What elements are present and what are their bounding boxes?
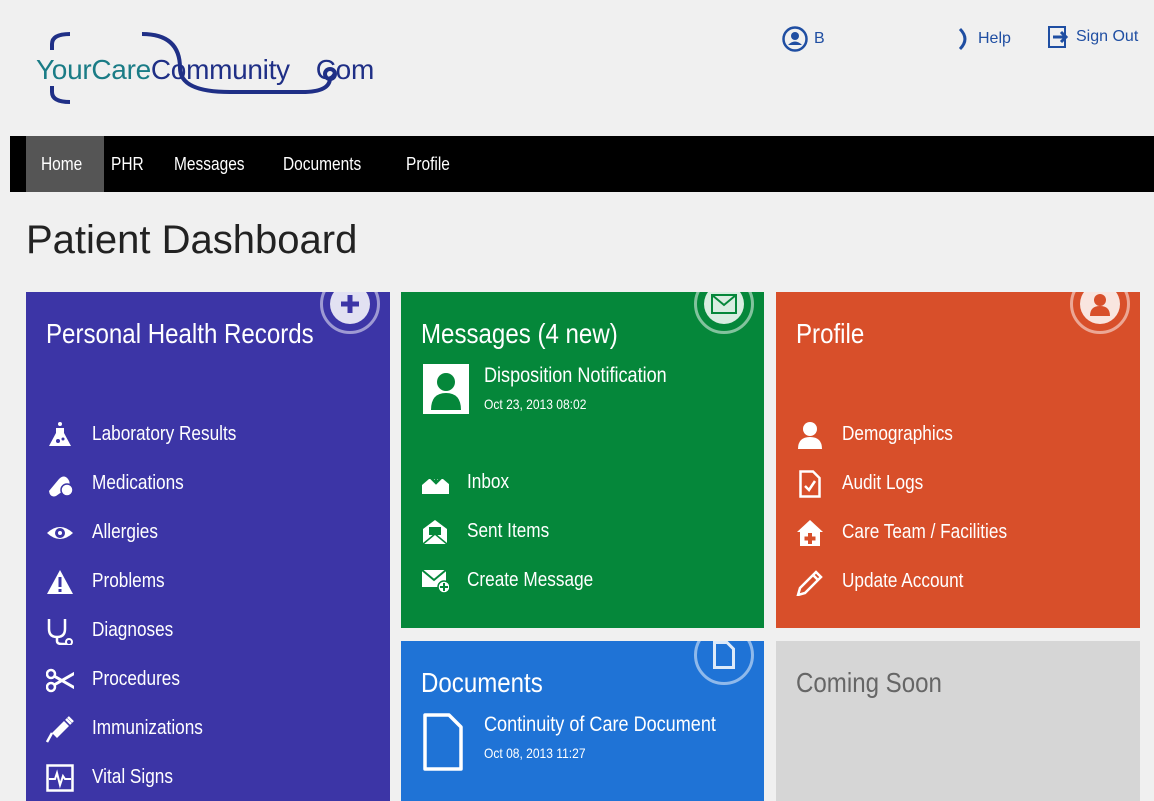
create-message-icon <box>421 567 449 595</box>
main-nav: Home PHR Messages Documents Profile <box>10 136 1154 192</box>
phr-item-immunizations[interactable]: Immunizations <box>46 704 260 753</box>
messages-list: Inbox Sent Items Create Message <box>421 458 614 605</box>
header: YourCareCommunity Com B Help Sign Out <box>0 0 1154 136</box>
documents-tile[interactable]: Documents Continuity of Care Document Oc… <box>401 641 764 801</box>
messages-item-sent-items[interactable]: Sent Items <box>421 507 614 556</box>
profile-item-audit-logs[interactable]: Audit Logs <box>796 459 1034 508</box>
nav-home[interactable]: Home <box>26 136 104 192</box>
profile-item-demographics[interactable]: Demographics <box>796 410 1034 459</box>
phr-item-laboratory-results[interactable]: Laboratory Results <box>46 410 260 459</box>
user-label: B <box>814 30 825 47</box>
sent-icon <box>421 518 449 546</box>
audit-icon <box>796 469 824 498</box>
person-icon <box>796 421 824 449</box>
hospital-icon <box>796 519 824 547</box>
sign-out-label: Sign Out <box>1076 28 1139 45</box>
nav-messages[interactable]: Messages <box>174 136 256 192</box>
documents-title: Documents <box>421 667 543 698</box>
latest-message-date: Oct 23, 2013 08:02 <box>484 396 587 412</box>
page-title: Patient Dashboard <box>26 218 358 262</box>
profile-item-update-account[interactable]: Update Account <box>796 557 1034 606</box>
flask-icon <box>46 421 74 449</box>
nav-phr[interactable]: PHR <box>111 136 149 192</box>
phr-item-medications[interactable]: Medications <box>46 459 260 508</box>
user-circle-icon <box>782 26 808 52</box>
warning-icon <box>46 568 74 596</box>
latest-document[interactable]: Continuity of Care Document Oct 08, 2013… <box>423 713 754 771</box>
help-icon <box>958 27 967 51</box>
file-icon <box>423 713 469 771</box>
phr-title: Personal Health Records <box>46 318 314 349</box>
nav-profile[interactable]: Profile <box>406 136 457 192</box>
sign-out-link[interactable]: Sign Out <box>1048 26 1138 48</box>
document-icon[interactable] <box>694 641 754 685</box>
profile-item-care-team-facilities[interactable]: Care Team / Facilities <box>796 508 1034 557</box>
nav-documents[interactable]: Documents <box>283 136 374 192</box>
coming-soon-tile: Coming Soon <box>776 641 1140 801</box>
pills-icon <box>46 470 74 498</box>
profile-person-icon[interactable] <box>1070 292 1130 334</box>
phr-list: Laboratory Results Medications Allergies… <box>46 410 260 801</box>
phr-item-allergies[interactable]: Allergies <box>46 508 260 557</box>
messages-title: Messages (4 new) <box>421 318 618 349</box>
sender-avatar-icon <box>423 364 469 414</box>
coming-soon-title: Coming Soon <box>796 667 942 698</box>
scissors-icon <box>46 666 74 694</box>
messages-item-inbox[interactable]: Inbox <box>421 458 614 507</box>
eye-icon <box>46 519 74 547</box>
profile-list: Demographics Audit Logs Care Team / Faci… <box>796 410 1034 606</box>
pencil-icon <box>796 568 824 596</box>
latest-document-date: Oct 08, 2013 11:27 <box>484 745 586 761</box>
phr-item-problems[interactable]: Problems <box>46 557 260 606</box>
phr-item-vital-signs[interactable]: Vital Signs <box>46 753 260 801</box>
messages-item-create-message[interactable]: Create Message <box>421 556 614 605</box>
site-logo[interactable]: YourCareCommunity Com <box>30 28 380 108</box>
heartbeat-icon <box>46 763 74 792</box>
latest-message[interactable]: Disposition Notification Oct 23, 2013 08… <box>423 364 696 414</box>
inbox-icon <box>421 469 449 497</box>
mail-icon[interactable] <box>694 292 754 334</box>
stethoscope-icon <box>46 617 74 645</box>
logo-text: YourCareCommunity Com <box>36 54 374 85</box>
profile-title: Profile <box>796 318 865 349</box>
latest-document-name: Continuity of Care Document <box>484 713 716 736</box>
sign-out-icon <box>1048 26 1069 48</box>
help-label: Help <box>978 30 1011 47</box>
help-link[interactable]: Help <box>958 26 1011 52</box>
phr-item-diagnoses[interactable]: Diagnoses <box>46 606 260 655</box>
phr-item-procedures[interactable]: Procedures <box>46 655 260 704</box>
syringe-icon <box>46 715 74 743</box>
phr-tile[interactable]: Personal Health Records Laboratory Resul… <box>26 292 390 801</box>
profile-tile[interactable]: Profile Demographics Audit Logs Care Tea… <box>776 292 1140 628</box>
messages-tile[interactable]: Messages (4 new) Disposition Notificatio… <box>401 292 764 628</box>
user-menu[interactable]: B <box>782 26 825 52</box>
latest-message-subject: Disposition Notification <box>484 364 667 387</box>
